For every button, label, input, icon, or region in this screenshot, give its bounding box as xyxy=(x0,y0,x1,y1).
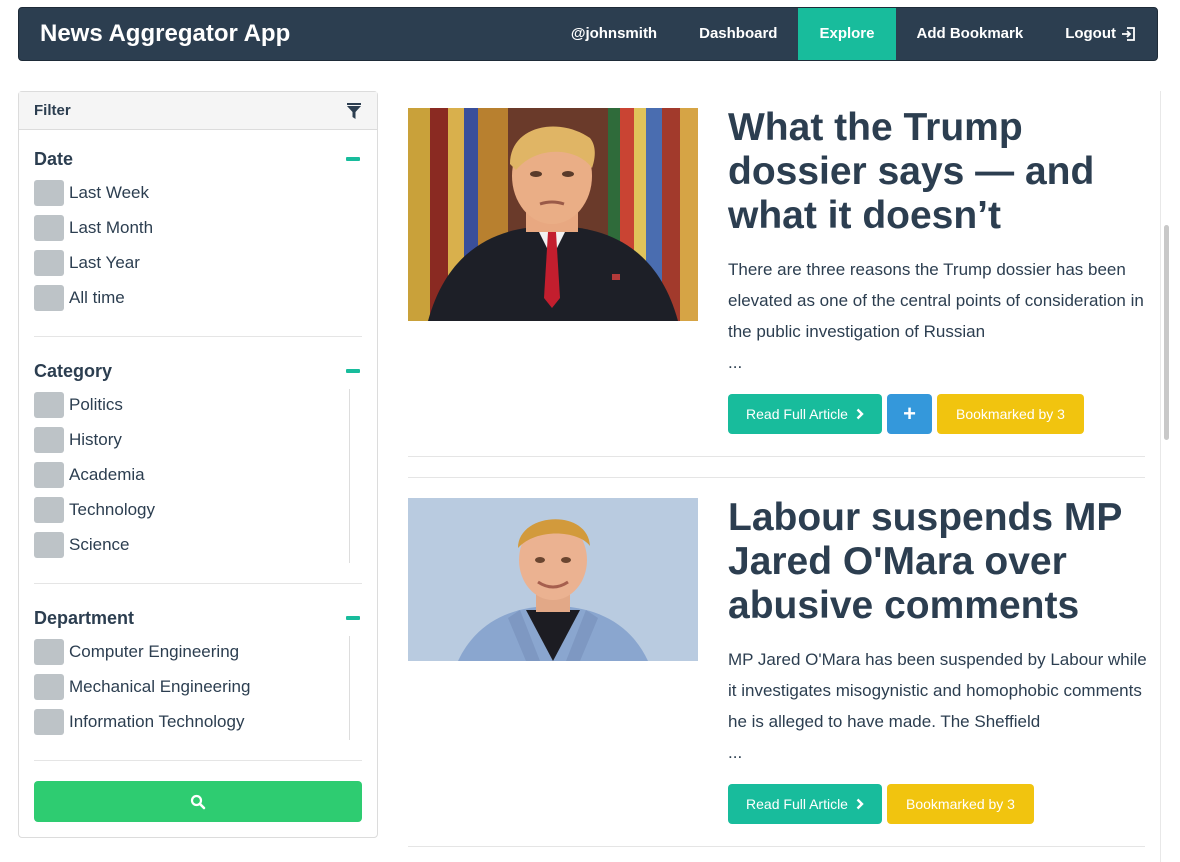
checkbox-label: Technology xyxy=(69,500,156,519)
checkbox-box[interactable] xyxy=(34,639,64,665)
divider xyxy=(34,760,362,761)
checkbox-label: All time xyxy=(69,288,125,307)
category-scrollbar[interactable] xyxy=(349,389,350,563)
checkbox-box[interactable] xyxy=(34,285,64,311)
article-image-omara[interactable] xyxy=(408,498,698,661)
checkbox-history[interactable]: History xyxy=(34,427,122,453)
nav-item-logout[interactable]: Logout xyxy=(1044,8,1157,60)
article-photo xyxy=(408,108,698,321)
nav-item-explore[interactable]: Explore xyxy=(798,8,896,60)
checkbox-computer-engineering[interactable]: Computer Engineering xyxy=(34,639,239,665)
app-brand[interactable]: News Aggregator App xyxy=(40,20,290,48)
article-title[interactable]: What the Trump dossier says — and what i… xyxy=(728,106,1148,238)
nav-item-label: @johnsmith xyxy=(570,25,658,42)
button-label: Bookmarked by 3 xyxy=(906,796,1015,812)
article-summary: MP Jared O'Mara has been suspended by La… xyxy=(728,644,1148,768)
page-scrollbar-thumb[interactable] xyxy=(1164,225,1169,440)
department-scrollbar[interactable] xyxy=(349,636,350,740)
checkbox-label: Mechanical Engineering xyxy=(69,677,251,696)
checkbox-information-technology[interactable]: Information Technology xyxy=(34,709,244,735)
nav-item-user[interactable]: @johnsmith xyxy=(550,8,678,60)
checkbox-label: Last Year xyxy=(69,253,140,272)
article-separator xyxy=(408,846,1145,847)
nav-item-add-bookmark[interactable]: Add Bookmark xyxy=(896,8,1045,60)
checkbox-label: Science xyxy=(69,535,130,554)
section-title-category: Category xyxy=(34,361,113,381)
nav-item-label: Dashboard xyxy=(699,25,778,42)
button-label: Bookmarked by 3 xyxy=(956,406,1065,422)
checkbox-box[interactable] xyxy=(34,462,64,488)
filter-panel: Filter Date Last Week Last Month Last Ye… xyxy=(18,91,378,838)
logout-icon xyxy=(1122,27,1135,41)
checkbox-mechanical-engineering[interactable]: Mechanical Engineering xyxy=(34,674,250,700)
filter-header: Filter xyxy=(19,92,377,130)
bookmarked-by-button[interactable]: Bookmarked by 3 xyxy=(887,784,1034,824)
divider xyxy=(34,583,362,584)
checkbox-label: Academia xyxy=(69,465,145,484)
checkbox-label: History xyxy=(69,430,122,449)
collapse-department-icon[interactable] xyxy=(346,616,360,620)
article-image-trump[interactable] xyxy=(408,108,698,321)
section-title-date: Date xyxy=(34,149,74,169)
article-title[interactable]: Labour suspends MP Jared O'Mara over abu… xyxy=(728,496,1148,628)
funnel-icon[interactable] xyxy=(347,103,361,119)
summary-ellipsis: ... xyxy=(728,743,743,762)
nav-item-label: Add Bookmark xyxy=(916,25,1024,42)
search-icon xyxy=(190,794,206,809)
bookmarked-by-button[interactable]: Bookmarked by 3 xyxy=(937,394,1084,434)
checkbox-last-week[interactable]: Last Week xyxy=(34,180,149,206)
checkbox-academia[interactable]: Academia xyxy=(34,462,145,488)
section-title-department: Department xyxy=(34,608,135,628)
checkbox-label: Politics xyxy=(69,395,123,414)
read-full-article-button[interactable]: Read Full Article xyxy=(728,784,882,824)
nav-item-label: Explore xyxy=(819,25,875,42)
checkbox-box[interactable] xyxy=(34,674,64,700)
nav-item-label: Logout xyxy=(1065,25,1116,42)
chevron-right-icon xyxy=(856,408,864,420)
article-summary: There are three reasons the Trump dossie… xyxy=(728,254,1148,378)
collapse-category-icon[interactable] xyxy=(346,369,360,373)
checkbox-last-year[interactable]: Last Year xyxy=(34,250,140,276)
button-label: Read Full Article xyxy=(746,796,848,812)
plus-icon: + xyxy=(903,401,916,426)
checkbox-label: Last Week xyxy=(69,183,150,202)
button-label: Read Full Article xyxy=(746,406,848,422)
add-bookmark-button[interactable]: + xyxy=(887,394,932,434)
search-button[interactable] xyxy=(34,781,362,822)
divider xyxy=(34,336,362,337)
checkbox-box[interactable] xyxy=(34,180,64,206)
checkbox-box[interactable] xyxy=(34,427,64,453)
checkbox-box[interactable] xyxy=(34,215,64,241)
article-photo xyxy=(408,498,698,661)
checkbox-last-month[interactable]: Last Month xyxy=(34,215,153,241)
checkbox-technology[interactable]: Technology xyxy=(34,497,155,523)
article-separator xyxy=(408,456,1145,457)
article-separator xyxy=(408,477,1145,478)
checkbox-box[interactable] xyxy=(34,532,64,558)
chevron-right-icon xyxy=(856,798,864,810)
summary-ellipsis: ... xyxy=(728,353,743,372)
checkbox-politics[interactable]: Politics xyxy=(34,392,123,418)
collapse-date-icon[interactable] xyxy=(346,157,360,161)
top-navbar: News Aggregator App @johnsmith Dashboard… xyxy=(18,7,1158,61)
checkbox-box[interactable] xyxy=(34,709,64,735)
summary-text: MP Jared O'Mara has been suspended by La… xyxy=(728,650,1147,731)
checkbox-box[interactable] xyxy=(34,250,64,276)
checkbox-box[interactable] xyxy=(34,392,64,418)
checkbox-label: Last Month xyxy=(69,218,154,237)
page-scrollbar-track[interactable] xyxy=(1160,91,1172,862)
nav-menu: @johnsmith Dashboard Explore Add Bookmar… xyxy=(550,8,1157,60)
checkbox-science[interactable]: Science xyxy=(34,532,129,558)
summary-text: There are three reasons the Trump dossie… xyxy=(728,260,1144,341)
checkbox-label: Computer Engineering xyxy=(69,642,240,661)
checkbox-all-time[interactable]: All time xyxy=(34,285,125,311)
checkbox-box[interactable] xyxy=(34,497,64,523)
filter-title: Filter xyxy=(34,102,71,119)
checkbox-label: Information Technology xyxy=(69,712,245,731)
nav-item-dashboard[interactable]: Dashboard xyxy=(678,8,798,60)
read-full-article-button[interactable]: Read Full Article xyxy=(728,394,882,434)
